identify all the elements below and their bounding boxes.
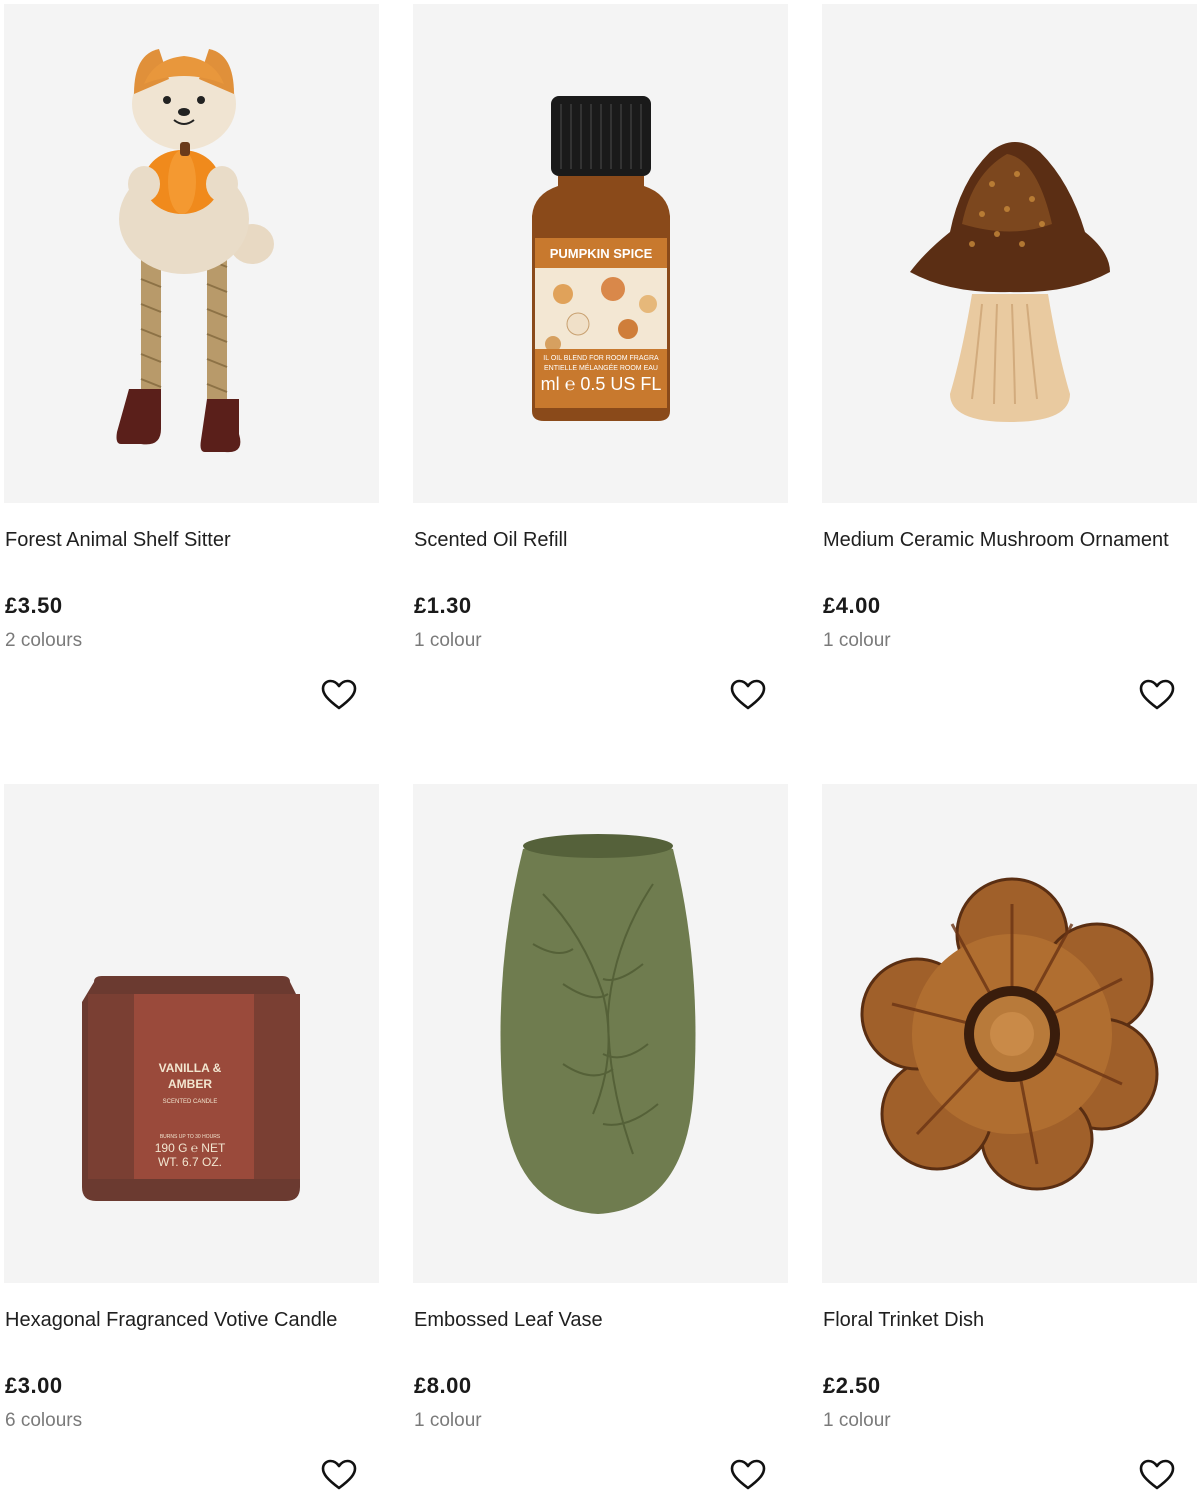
- product-image[interactable]: [822, 784, 1197, 1283]
- product-card[interactable]: VANILLA & AMBER SCENTED CANDLE BURNS UP …: [4, 784, 379, 1490]
- product-colour-count: 1 colour: [823, 630, 891, 651]
- product-name[interactable]: Embossed Leaf Vase: [414, 1309, 603, 1332]
- leaf-vase-image: [500, 834, 696, 1214]
- product-price: £1.30: [414, 593, 472, 618]
- bottle-label-title: PUMPKIN SPICE: [550, 246, 653, 261]
- heart-outline-icon[interactable]: [321, 1459, 357, 1491]
- product-name[interactable]: Scented Oil Refill: [414, 529, 567, 552]
- bottle-label-volume: ml ℮ 0.5 US FL: [541, 374, 662, 394]
- product-colour-count: 1 colour: [414, 1410, 482, 1431]
- heart-outline-icon[interactable]: [730, 1459, 766, 1491]
- product-name[interactable]: Floral Trinket Dish: [823, 1309, 984, 1332]
- product-colour-count: 2 colours: [5, 630, 83, 651]
- candle-label-title: VANILLA &: [159, 1061, 222, 1075]
- product-card[interactable]: Embossed Leaf Vase £8.00 1 colour: [413, 784, 788, 1490]
- product-price: £3.50: [5, 593, 63, 618]
- product-colour-count: 1 colour: [823, 1410, 891, 1431]
- product-image[interactable]: VANILLA & AMBER SCENTED CANDLE BURNS UP …: [4, 784, 379, 1283]
- bottle-label-line: ENTIELLE MÉLANGÉE ROOM EAU: [544, 363, 658, 372]
- product-card[interactable]: Floral Trinket Dish £2.50 1 colour: [822, 784, 1197, 1490]
- heart-outline-icon[interactable]: [321, 679, 357, 711]
- product-image[interactable]: PUMPKIN SPICE IL OIL BLEND FOR ROOM FRAG…: [413, 4, 788, 503]
- floral-trinket-dish-image: [860, 877, 1159, 1191]
- product-price: £2.50: [823, 1373, 881, 1398]
- scented-oil-bottle-image: PUMPKIN SPICE IL OIL BLEND FOR ROOM FRAG…: [532, 96, 670, 421]
- product-colour-count: 1 colour: [414, 630, 482, 651]
- ceramic-mushroom-image: [910, 142, 1110, 422]
- candle-label-weight: WT. 6.7 OZ.: [158, 1155, 222, 1169]
- fox-shelf-sitter-image: [116, 49, 274, 453]
- bottle-label-line: IL OIL BLEND FOR ROOM FRAGRA: [543, 355, 659, 362]
- product-card[interactable]: PUMPKIN SPICE IL OIL BLEND FOR ROOM FRAG…: [413, 4, 788, 710]
- candle-label-line: SCENTED CANDLE: [163, 1099, 218, 1105]
- product-card[interactable]: Forest Animal Shelf Sitter £3.50 2 colou…: [4, 4, 379, 710]
- product-image[interactable]: [413, 784, 788, 1283]
- candle-label-weight: 190 G ℮ NET: [155, 1141, 226, 1155]
- heart-outline-icon[interactable]: [730, 679, 766, 711]
- candle-label-line: BURNS UP TO 30 HOURS: [160, 1134, 221, 1140]
- heart-outline-icon[interactable]: [1139, 1459, 1175, 1491]
- candle-label-title: AMBER: [168, 1077, 212, 1091]
- product-image[interactable]: [4, 4, 379, 503]
- product-price: £4.00: [823, 593, 881, 618]
- product-colour-count: 6 colours: [5, 1410, 83, 1431]
- product-card[interactable]: Medium Ceramic Mushroom Ornament £4.00 1…: [822, 4, 1197, 710]
- product-name[interactable]: Medium Ceramic Mushroom Ornament: [823, 529, 1169, 552]
- product-name[interactable]: Forest Animal Shelf Sitter: [5, 529, 231, 552]
- product-price: £3.00: [5, 1373, 63, 1398]
- product-price: £8.00: [414, 1373, 472, 1398]
- heart-outline-icon[interactable]: [1139, 679, 1175, 711]
- votive-candle-image: VANILLA & AMBER SCENTED CANDLE BURNS UP …: [82, 976, 300, 1201]
- product-image[interactable]: [822, 4, 1197, 503]
- product-name[interactable]: Hexagonal Fragranced Votive Candle: [5, 1309, 337, 1332]
